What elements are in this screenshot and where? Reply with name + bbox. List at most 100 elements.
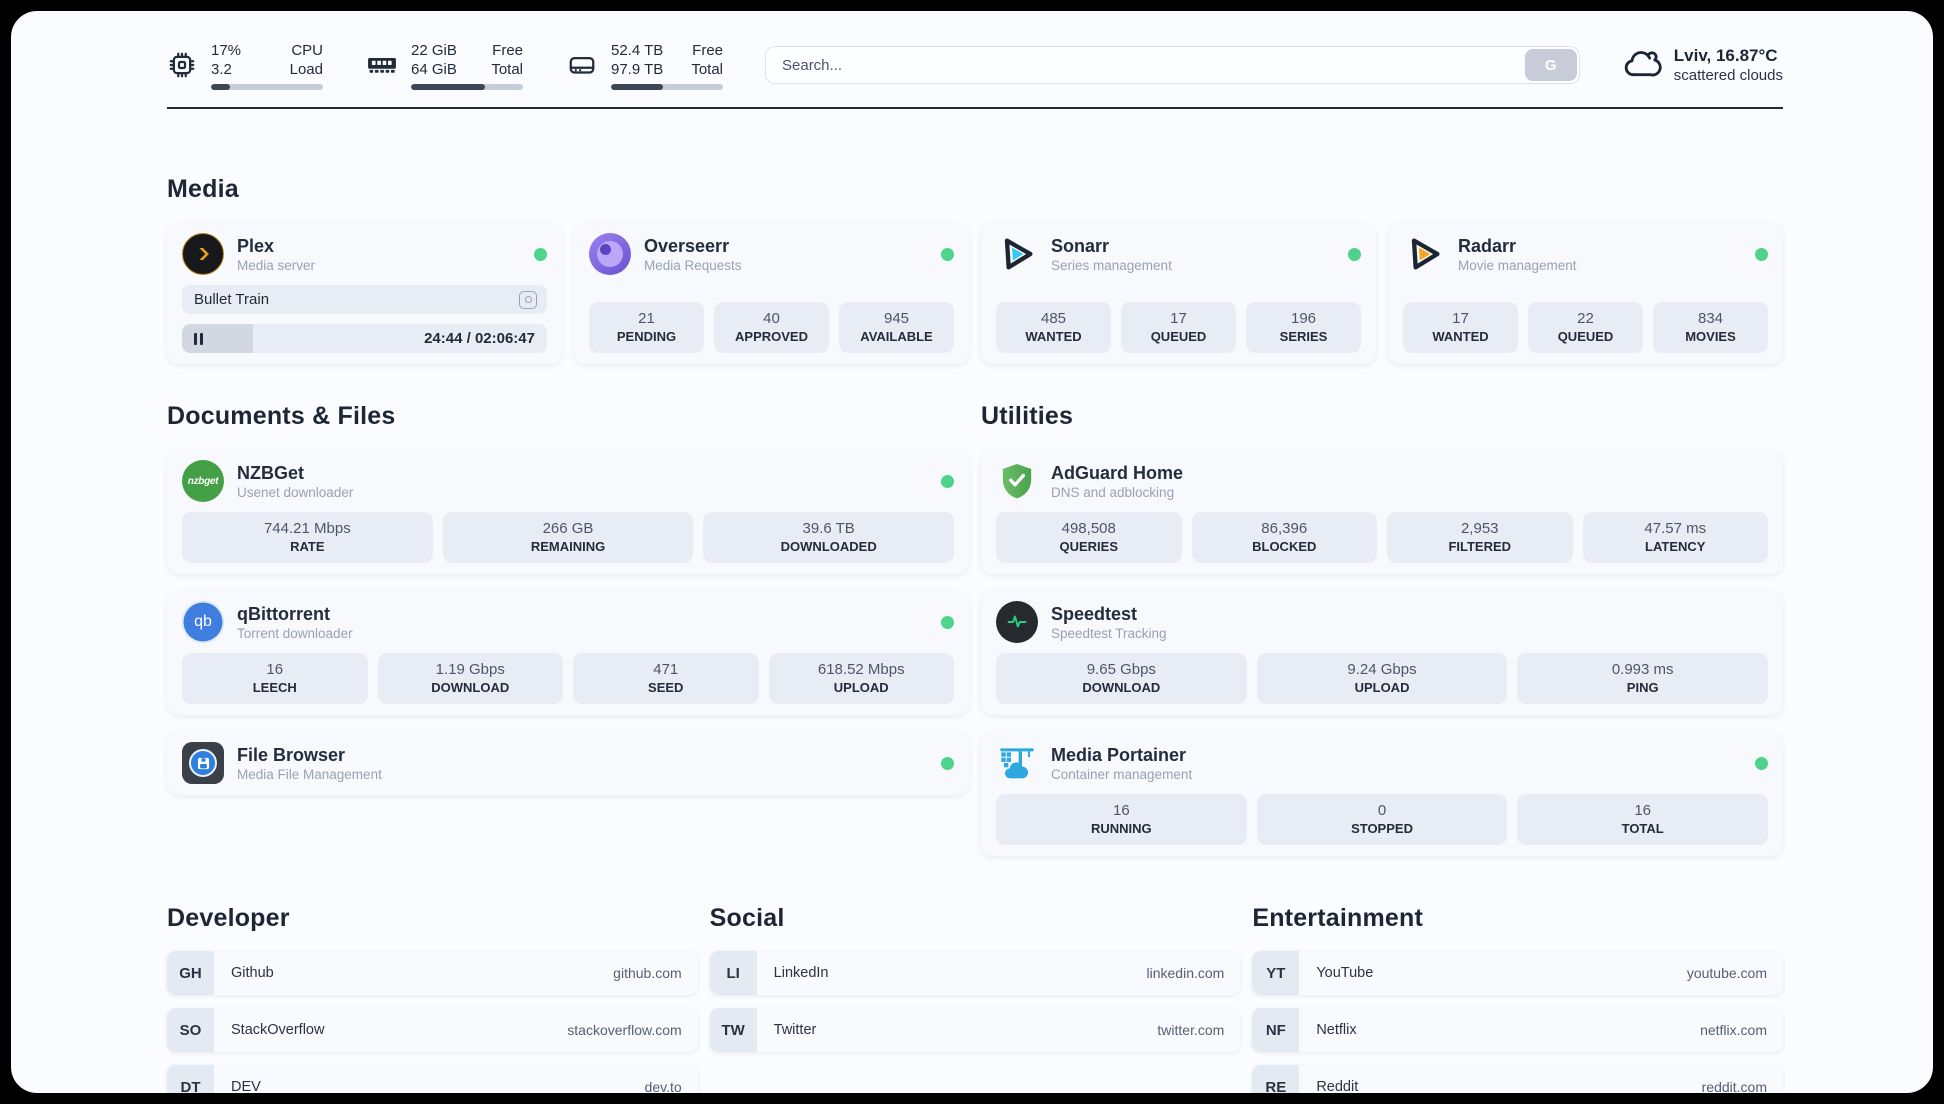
link-row-github[interactable]: GH Github github.com — [167, 951, 698, 995]
utilities-column: Utilities AdGuard Home DNS and adblockin… — [981, 364, 1783, 856]
app-name: Overseerr — [644, 235, 730, 256]
disk-free-value: 52.4 TB — [611, 41, 664, 59]
app-desc: Series management — [1051, 257, 1172, 273]
link-name: Netflix — [1316, 1022, 1357, 1038]
app-card-qbittorrent[interactable]: qb qBittorrent Torrent downloader 16 LEE… — [167, 590, 969, 715]
ram-progress-bar — [411, 83, 523, 90]
search-button[interactable]: G — [1524, 49, 1577, 81]
screen: 17% 3.2 CPU Load 22 GiB 64 GiB Free Tota… — [0, 0, 1944, 1104]
stat-pill: 40 APPROVED — [714, 302, 829, 353]
stat-pill: 834 MOVIES — [1653, 302, 1768, 353]
weather-widget: Lviv, 16.87°C scattered clouds — [1622, 43, 1783, 88]
weather-condition: scattered clouds — [1673, 67, 1783, 84]
app-desc: Torrent downloader — [237, 625, 353, 641]
search-input[interactable] — [768, 56, 1525, 74]
stat-pill: 21 PENDING — [589, 302, 704, 353]
sonarr-icon — [996, 233, 1038, 275]
adguard-icon — [996, 460, 1038, 502]
middle-columns: Documents & Files nzbget NZBGet Usenet d… — [167, 364, 1783, 856]
link-name: StackOverflow — [231, 1022, 325, 1038]
link-row-stackoverflow[interactable]: SO StackOverflow stackoverflow.com — [167, 1008, 698, 1052]
stat-pill: 9.65 Gbps DOWNLOAD — [996, 653, 1247, 704]
plex-icon — [182, 233, 224, 275]
status-dot — [1755, 756, 1768, 770]
app-card-portainer[interactable]: Media Portainer Container management 16 … — [981, 731, 1783, 856]
section-title-documents: Documents & Files — [167, 402, 396, 430]
link-row-reddit[interactable]: RE Reddit reddit.com — [1252, 1065, 1783, 1093]
playback-progress-bar[interactable]: 24:44 / 02:06:47 — [182, 324, 547, 353]
app-card-adguard[interactable]: AdGuard Home DNS and adblocking 498,508 … — [981, 449, 1783, 574]
section-title-entertainment: Entertainment — [1252, 904, 1424, 932]
app-desc: Media Requests — [644, 257, 742, 273]
nzbget-icon: nzbget — [182, 460, 224, 502]
app-card-sonarr[interactable]: Sonarr Series management 485 WANTED 17 Q… — [981, 222, 1376, 364]
link-row-twitter[interactable]: TW Twitter twitter.com — [709, 1008, 1241, 1052]
link-badge: SO — [167, 1008, 214, 1052]
status-dot — [1755, 247, 1768, 261]
playback-time: 24:44 / 02:06:47 — [424, 330, 535, 347]
overseerr-icon — [589, 233, 631, 275]
link-badge: RE — [1252, 1065, 1300, 1093]
app-name: Radarr — [1458, 235, 1517, 256]
status-dot — [1348, 247, 1361, 261]
link-name: Github — [231, 965, 274, 981]
stat-pill: 86,396 BLOCKED — [1191, 512, 1377, 563]
app-card-nzbget[interactable]: nzbget NZBGet Usenet downloader 744.21 M… — [167, 449, 969, 574]
app-name: Sonarr — [1051, 235, 1110, 256]
weather-location: Lviv, 16.87°C — [1673, 46, 1778, 65]
filebrowser-icon — [182, 742, 224, 784]
app-card-radarr[interactable]: Radarr Movie management 17 WANTED 22 QUE… — [1388, 222, 1783, 364]
link-row-dev[interactable]: DT DEV dev.to — [167, 1065, 698, 1093]
app-name: Media Portainer — [1051, 744, 1187, 765]
cpu-stat: 17% 3.2 CPU Load — [167, 41, 323, 90]
app-desc: Usenet downloader — [237, 484, 354, 500]
stat-pill: 16 RUNNING — [996, 794, 1247, 845]
link-url: twitter.com — [1157, 1022, 1225, 1038]
link-badge: NF — [1252, 1008, 1300, 1052]
ram-stat: 22 GiB 64 GiB Free Total — [367, 41, 523, 90]
social-column: Social LI LinkedIn linkedin.com TW Twitt… — [709, 856, 1241, 1052]
link-url: youtube.com — [1686, 965, 1767, 981]
stat-pill: 498,508 QUERIES — [996, 512, 1182, 563]
app-card-speedtest[interactable]: Speedtest Speedtest Tracking 9.65 Gbps D… — [981, 590, 1783, 715]
link-badge: YT — [1252, 951, 1300, 995]
link-row-netflix[interactable]: NF Netflix netflix.com — [1252, 1008, 1783, 1052]
app-desc: Movie management — [1458, 257, 1577, 273]
cpu-label: CPU — [291, 41, 323, 59]
stat-pill: 618.52 Mbps UPLOAD — [768, 653, 954, 704]
now-playing-icon[interactable] — [519, 290, 537, 309]
status-dot — [941, 247, 954, 261]
stat-pill: 2,953 FILTERED — [1387, 512, 1573, 563]
link-badge: TW — [709, 1008, 757, 1052]
link-name: YouTube — [1316, 965, 1374, 981]
app-desc: Container management — [1051, 766, 1193, 782]
stat-pill: 485 WANTED — [996, 302, 1111, 353]
search-box: G — [765, 46, 1580, 84]
link-row-youtube[interactable]: YT YouTube youtube.com — [1252, 951, 1783, 995]
link-url: github.com — [613, 965, 682, 981]
link-url: linkedin.com — [1146, 965, 1225, 981]
link-url: netflix.com — [1700, 1022, 1767, 1038]
app-card-overseerr[interactable]: Overseerr Media Requests 21 PENDING 40 A… — [574, 222, 969, 364]
stat-pill: 1.19 Gbps DOWNLOAD — [377, 653, 563, 704]
disk-stat: 52.4 TB 97.9 TB Free Total — [567, 41, 723, 90]
stat-pill: 16 LEECH — [182, 653, 368, 704]
stat-pill: 39.6 TB DOWNLOADED — [703, 512, 955, 563]
link-row-linkedin[interactable]: LI LinkedIn linkedin.com — [709, 951, 1241, 995]
link-name: DEV — [231, 1079, 261, 1093]
app-card-filebrowser[interactable]: File Browser Media File Management — [167, 731, 969, 795]
section-title-developer: Developer — [167, 904, 290, 932]
stat-pill: 266 GB REMAINING — [442, 512, 694, 563]
documents-column: Documents & Files nzbget NZBGet Usenet d… — [167, 364, 969, 795]
app-desc: Media server — [237, 257, 316, 273]
link-url: dev.to — [644, 1079, 682, 1093]
pause-button[interactable] — [182, 324, 203, 353]
app-card-plex[interactable]: Plex Media server Bullet Train 24:44 / 0… — [167, 222, 562, 364]
app-desc: Media File Management — [237, 766, 382, 782]
stat-pill: 17 QUEUED — [1121, 302, 1236, 353]
app-desc: Speedtest Tracking — [1051, 625, 1167, 641]
stat-pill: 945 AVAILABLE — [839, 302, 954, 353]
link-badge: GH — [167, 951, 214, 995]
link-name: Reddit — [1316, 1079, 1359, 1093]
cpu-percent: 17% — [211, 41, 242, 59]
